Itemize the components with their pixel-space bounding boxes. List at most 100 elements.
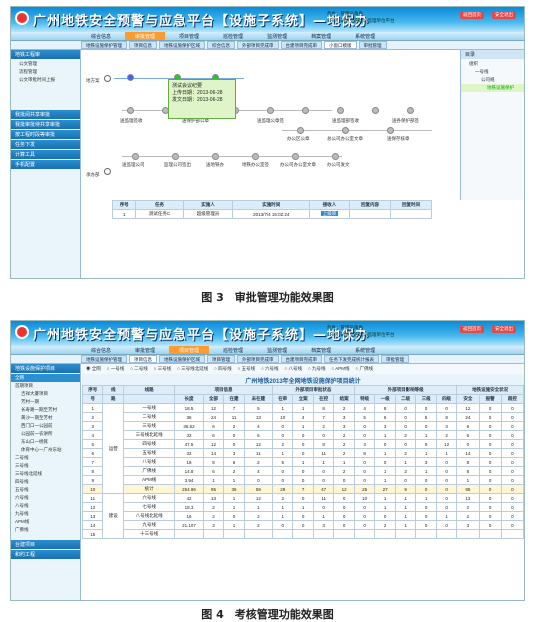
table-row[interactable]: 15 十三号线 (81, 529, 524, 539)
nav-item[interactable]: 档案管理 (301, 346, 341, 354)
tab[interactable]: 地铁设施保护区域 (159, 355, 205, 363)
tab[interactable]: 台建项目完成审 (280, 355, 322, 363)
flow-node[interactable] (387, 127, 394, 134)
table-row[interactable]: 2 二号线 36 24 11 13 10 4 7 3 5 6 0 5 8 24 0 0 (81, 412, 524, 422)
line-radio[interactable]: ○ 三号线北延线 (177, 366, 208, 372)
table-row[interactable]: 8 广佛线 14.8 6 2 4 0 0 0 2 0 1 2 1 0 6 0 0 (81, 466, 524, 476)
tab[interactable]: 任务下发完成统计报表 (324, 355, 379, 363)
line-radio[interactable]: ◉ 全网 (86, 366, 101, 372)
flow-node[interactable] (132, 153, 139, 160)
sidebar-section[interactable]: 台建项目 (11, 540, 80, 549)
tab[interactable]: 地铁设施保护管理 (81, 355, 127, 363)
tree-item[interactable]: 四号线 (11, 478, 80, 486)
flow-node[interactable] (267, 107, 274, 114)
tree-item[interactable]: 八号线 (11, 502, 80, 510)
tree-item[interactable]: 广佛线 (11, 526, 80, 534)
sidebar-section[interactable]: 我批审批待共享审批 (11, 120, 80, 129)
tree-root[interactable]: 组织 (461, 60, 524, 68)
line-radio[interactable]: ○ 六号线 (261, 366, 278, 372)
line-radio[interactable]: ○ 二号线 (130, 366, 147, 372)
nav-item[interactable]: 综合信息 (81, 32, 121, 40)
sidebar-section[interactable]: 地铁工程审 (11, 50, 80, 59)
nav-item-active[interactable]: 审批管理 (125, 32, 166, 40)
line-radio[interactable]: ○ 三号线 (154, 366, 171, 372)
tree-item[interactable]: APM线 (11, 518, 80, 526)
flow-node[interactable] (372, 107, 379, 114)
tab[interactable]: 审批管理 (358, 41, 387, 49)
sidebar-item[interactable]: 流程管理 (11, 68, 80, 76)
nav-item[interactable]: 项目管理 (169, 32, 209, 40)
tree-item[interactable]: 一号线 (461, 68, 524, 76)
flow-node[interactable] (127, 107, 134, 114)
tree-item[interactable]: 西门口一公园前 (11, 422, 80, 430)
flow-node[interactable] (212, 153, 219, 160)
sidebar-section[interactable]: 我批阅共享审批 (11, 110, 80, 119)
line-radio[interactable]: ○ 广佛线 (355, 366, 372, 372)
table-row[interactable]: 3 三号线 36.62 6 2 4 0 1 2 3 0 3 0 0 3 6 0 0 (81, 421, 524, 431)
flow-node[interactable] (297, 127, 304, 134)
nav-item[interactable]: 档案管理 (301, 32, 341, 40)
line-radio[interactable]: ○ 九号线 (308, 366, 325, 372)
receiver-button[interactable]: 上级审 (320, 211, 339, 216)
flow-node[interactable] (337, 107, 344, 114)
tree-item-selected[interactable]: 地铁设施保护 (461, 84, 524, 92)
tree-item[interactable]: 黄沙一期至芳村 (11, 414, 80, 422)
exit-button[interactable]: 安全退出 (492, 325, 516, 333)
tab[interactable]: 台建项目完成审 (280, 41, 322, 49)
tree-item[interactable]: 三号线 (11, 462, 80, 470)
tree-item[interactable]: 六号线 (11, 494, 80, 502)
tab[interactable]: 地铁设施保护区域 (159, 41, 205, 49)
tab[interactable]: 外部项目完成审 (237, 41, 279, 49)
tree-item[interactable]: 东山口一杨箕 (11, 438, 80, 446)
line-radio[interactable]: ○ APM线 (331, 366, 349, 372)
nav-item[interactable]: 审批管理 (125, 346, 165, 354)
flow-node[interactable] (172, 153, 179, 160)
tree-item[interactable]: 芳村一期 (11, 398, 80, 406)
flow-node[interactable] (252, 153, 259, 160)
flow-node[interactable] (342, 127, 349, 134)
table-row[interactable]: 5 四号线 47.5 12 0 12 2 0 8 2 3 0 0 9 12 0 0 0 (81, 439, 524, 449)
table-row[interactable]: 11 建设 六号线 42 13 1 12 2 0 11 0 10 1 1 1 0 13 0 0 (81, 493, 524, 539)
flow-node[interactable] (292, 153, 299, 160)
tree-item[interactable]: 九号线 (11, 510, 80, 518)
tree-item[interactable]: 全网 (11, 374, 80, 382)
tab-active[interactable]: 项目信息 (129, 355, 157, 363)
line-radio[interactable]: ○ 八号线 (285, 366, 302, 372)
nav-item[interactable]: 监测管理 (257, 32, 297, 40)
tab[interactable]: 综合信息 (207, 41, 235, 49)
home-button[interactable]: 返回首页 (460, 11, 484, 19)
sidebar-section[interactable]: 按工程时段等审批 (11, 130, 80, 139)
table-row[interactable]: 10 统计 254.96 95 36 59 29 7 47 12 25 27 9 0 0 95 0 0 (81, 484, 524, 494)
tab[interactable]: 外部项目完成审 (237, 355, 279, 363)
sidebar-item[interactable]: 公文管理 (11, 60, 80, 68)
nav-item[interactable]: 监测管理 (257, 346, 297, 354)
table-row[interactable]: 6 五号线 32 14 3 11 1 0 11 2 8 1 2 1 1 14 0 0 (81, 448, 524, 458)
sidebar-item[interactable]: 公文审批时间上报 (11, 76, 80, 84)
line-radio[interactable]: ○ 五号线 (238, 366, 255, 372)
exit-button[interactable]: 安全退出 (492, 11, 516, 19)
flow-node[interactable] (332, 153, 339, 160)
line-radio[interactable]: ○ 一号线 (107, 366, 124, 372)
nav-item[interactable]: 巡检管理 (213, 32, 253, 40)
sidebar-section[interactable]: 手机配置 (11, 160, 80, 169)
table-row[interactable]: 1 运营 一号线 18.5 12 7 5 1 1 8 2 4 8 0 0 0 12 0 0 (81, 403, 524, 494)
tree-item[interactable]: 首期项目 (11, 382, 80, 390)
sidebar-section[interactable]: 任务下发 (11, 140, 80, 149)
home-button[interactable]: 返回首页 (460, 325, 484, 333)
flow-node[interactable] (127, 74, 134, 81)
nav-item[interactable]: 巡检管理 (213, 346, 253, 354)
tree-item[interactable]: 公司规 (461, 76, 524, 84)
tab[interactable]: 审批管理 (381, 355, 409, 363)
flow-node[interactable] (302, 107, 309, 114)
table-row[interactable]: 14 九号线 21.107 3 1 2 0 0 3 0 0 2 1 0 0 3 0 0 (81, 520, 524, 530)
tab[interactable]: 项目信息 (129, 41, 157, 49)
tree-item[interactable]: 公园前一农讲所 (11, 430, 80, 438)
sidebar-section[interactable]: 计算工具 (11, 150, 80, 159)
table-row[interactable]: 13 八号线北延线 16 2 0 2 1 0 1 0 0 0 1 0 1 2 0 0 (81, 511, 524, 521)
table-row[interactable]: 12 七号线 18.3 2 1 1 1 1 0 0 0 1 1 0 0 2 0 0 (81, 502, 524, 512)
nav-item[interactable]: 系统管理 (345, 346, 385, 354)
table-row[interactable]: 7 八号线 18 8 6 2 5 1 1 1 0 0 1 3 0 8 0 0 (81, 457, 524, 467)
tab[interactable]: 地铁设施保护管理 (81, 41, 127, 49)
table-row[interactable]: 1 测试任务C 超级管理员 2013/7/4 15:02:24 上级审 (111, 209, 432, 219)
flow-node[interactable] (407, 107, 414, 114)
